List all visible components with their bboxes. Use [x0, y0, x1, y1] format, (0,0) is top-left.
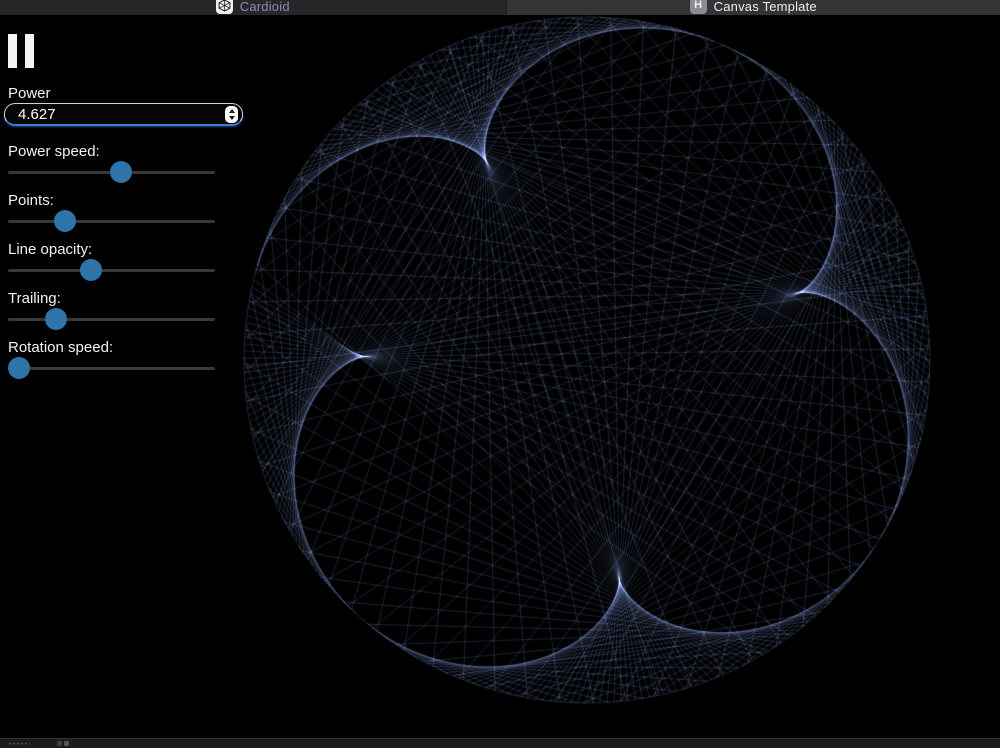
dock-dots — [8, 742, 30, 745]
power-label: Power — [8, 85, 51, 102]
power-value: 4.627 — [5, 106, 225, 123]
dock-chip[interactable] — [64, 741, 69, 746]
app-window: Cardioid H Canvas Template Power 4.627 P… — [0, 0, 1000, 748]
slider-line-opacity-label: Line opacity: — [8, 241, 92, 258]
slider-trailing-label: Trailing: — [8, 290, 61, 307]
tab-canvas-template-label: Canvas Template — [714, 0, 817, 14]
slider-rotation-speed-track[interactable] — [8, 367, 215, 370]
slider-line-opacity-track[interactable] — [8, 269, 215, 272]
dock-chip[interactable] — [57, 741, 62, 746]
cube-favicon-icon — [216, 0, 233, 14]
slider-rotation-speed-thumb[interactable] — [8, 357, 30, 379]
slider-trailing-track[interactable] — [8, 318, 215, 321]
tab-canvas-template[interactable]: H Canvas Template — [506, 0, 1000, 15]
tab-cardioid[interactable]: Cardioid — [0, 0, 506, 15]
tab-cardioid-label: Cardioid — [240, 0, 290, 14]
h-favicon-icon: H — [690, 0, 707, 14]
slider-points: Points: — [0, 192, 240, 236]
stepper-icon[interactable] — [225, 106, 238, 123]
slider-points-label: Points: — [8, 192, 54, 209]
slider-line-opacity-thumb[interactable] — [80, 259, 102, 281]
slider-points-track[interactable] — [8, 220, 215, 223]
control-panel: Power 4.627 Power speed: Points: Line op… — [0, 0, 250, 740]
slider-power-speed-thumb[interactable] — [110, 161, 132, 183]
dock-strip — [0, 738, 1000, 748]
slider-rotation-speed-label: Rotation speed: — [8, 339, 113, 356]
slider-trailing-thumb[interactable] — [45, 308, 67, 330]
power-number-input[interactable]: 4.627 — [4, 103, 243, 126]
slider-power-speed-label: Power speed: — [8, 143, 100, 160]
slider-line-opacity: Line opacity: — [0, 241, 240, 285]
slider-points-thumb[interactable] — [54, 210, 76, 232]
slider-rotation-speed: Rotation speed: — [0, 339, 240, 383]
slider-power-speed: Power speed: — [0, 143, 240, 187]
slider-trailing: Trailing: — [0, 290, 240, 334]
browser-tab-bar: Cardioid H Canvas Template — [0, 0, 1000, 15]
pause-icon[interactable] — [8, 34, 34, 68]
